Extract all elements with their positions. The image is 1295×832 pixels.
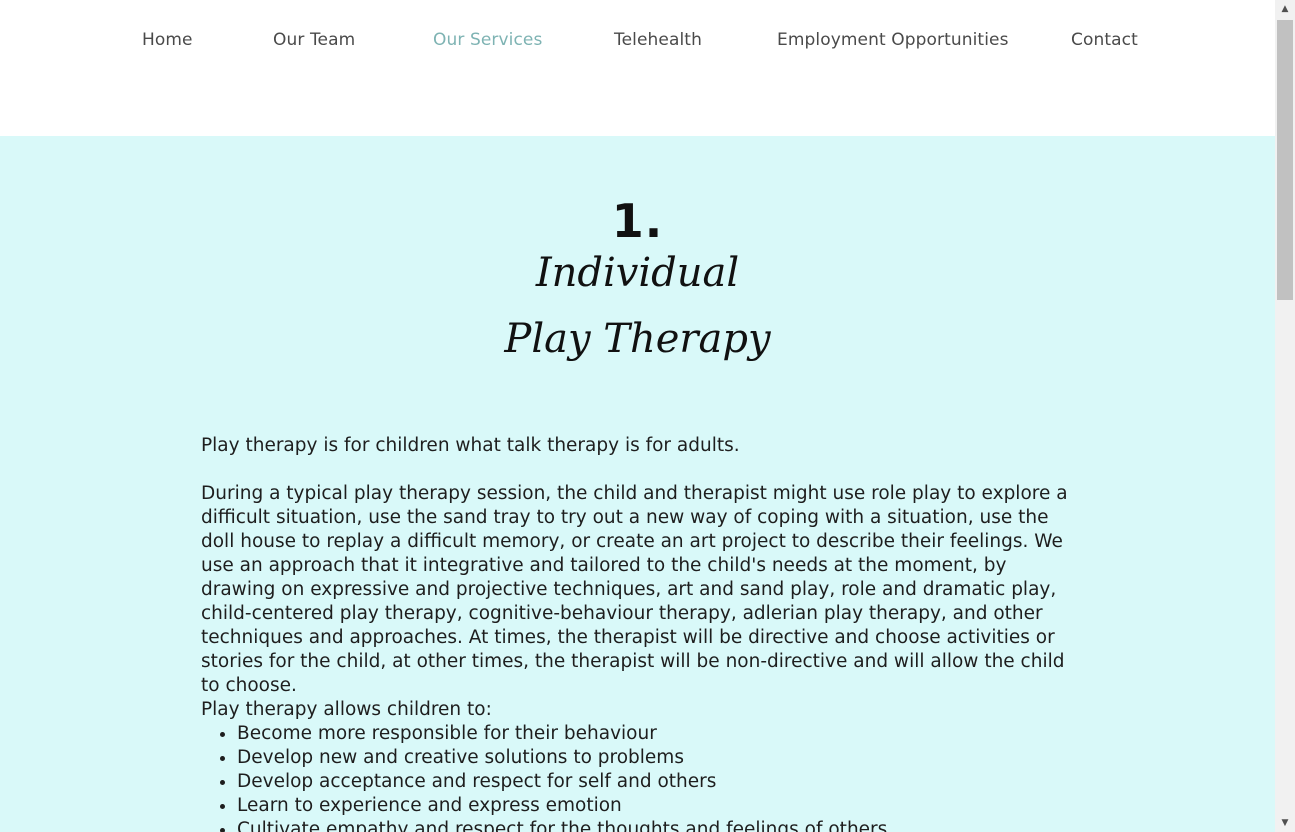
service-number: 1.	[611, 194, 664, 248]
session-description-paragraph: During a typical play therapy session, t…	[201, 483, 1068, 696]
triangle-up-icon[interactable]: ▲	[1275, 0, 1295, 18]
list-item: Develop acceptance and respect for self …	[237, 770, 887, 794]
top-navigation: Home Our Team Our Services Telehealth Em…	[0, 0, 1275, 136]
list-item: Develop new and creative solutions to pr…	[237, 746, 887, 770]
service-section: 1. Individual Play Therapy Play therapy …	[0, 136, 1275, 832]
triangle-down-icon[interactable]: ▼	[1275, 814, 1295, 832]
list-item: Cultivate empathy and respect for the th…	[237, 818, 887, 832]
vertical-scrollbar[interactable]: ▲ ▼	[1275, 0, 1295, 832]
list-item: Become more responsible for their behavi…	[237, 722, 887, 746]
scrollbar-thumb[interactable]	[1277, 20, 1293, 300]
nav-our-team[interactable]: Our Team	[273, 30, 355, 50]
service-title-line-1: Individual	[535, 250, 740, 296]
benefits-heading: Play therapy allows children to:	[201, 699, 492, 720]
nav-our-services[interactable]: Our Services	[433, 30, 542, 50]
nav-employment-opportunities[interactable]: Employment Opportunities	[777, 30, 1009, 50]
intro-paragraph: Play therapy is for children what talk t…	[201, 435, 740, 456]
nav-contact[interactable]: Contact	[1071, 30, 1138, 50]
page: Home Our Team Our Services Telehealth Em…	[0, 0, 1275, 832]
benefits-list: Become more responsible for their behavi…	[201, 722, 887, 832]
service-title-line-2: Play Therapy	[504, 316, 771, 362]
nav-home[interactable]: Home	[142, 30, 193, 50]
nav-telehealth[interactable]: Telehealth	[614, 30, 702, 50]
list-item: Learn to experience and express emotion	[237, 794, 887, 818]
